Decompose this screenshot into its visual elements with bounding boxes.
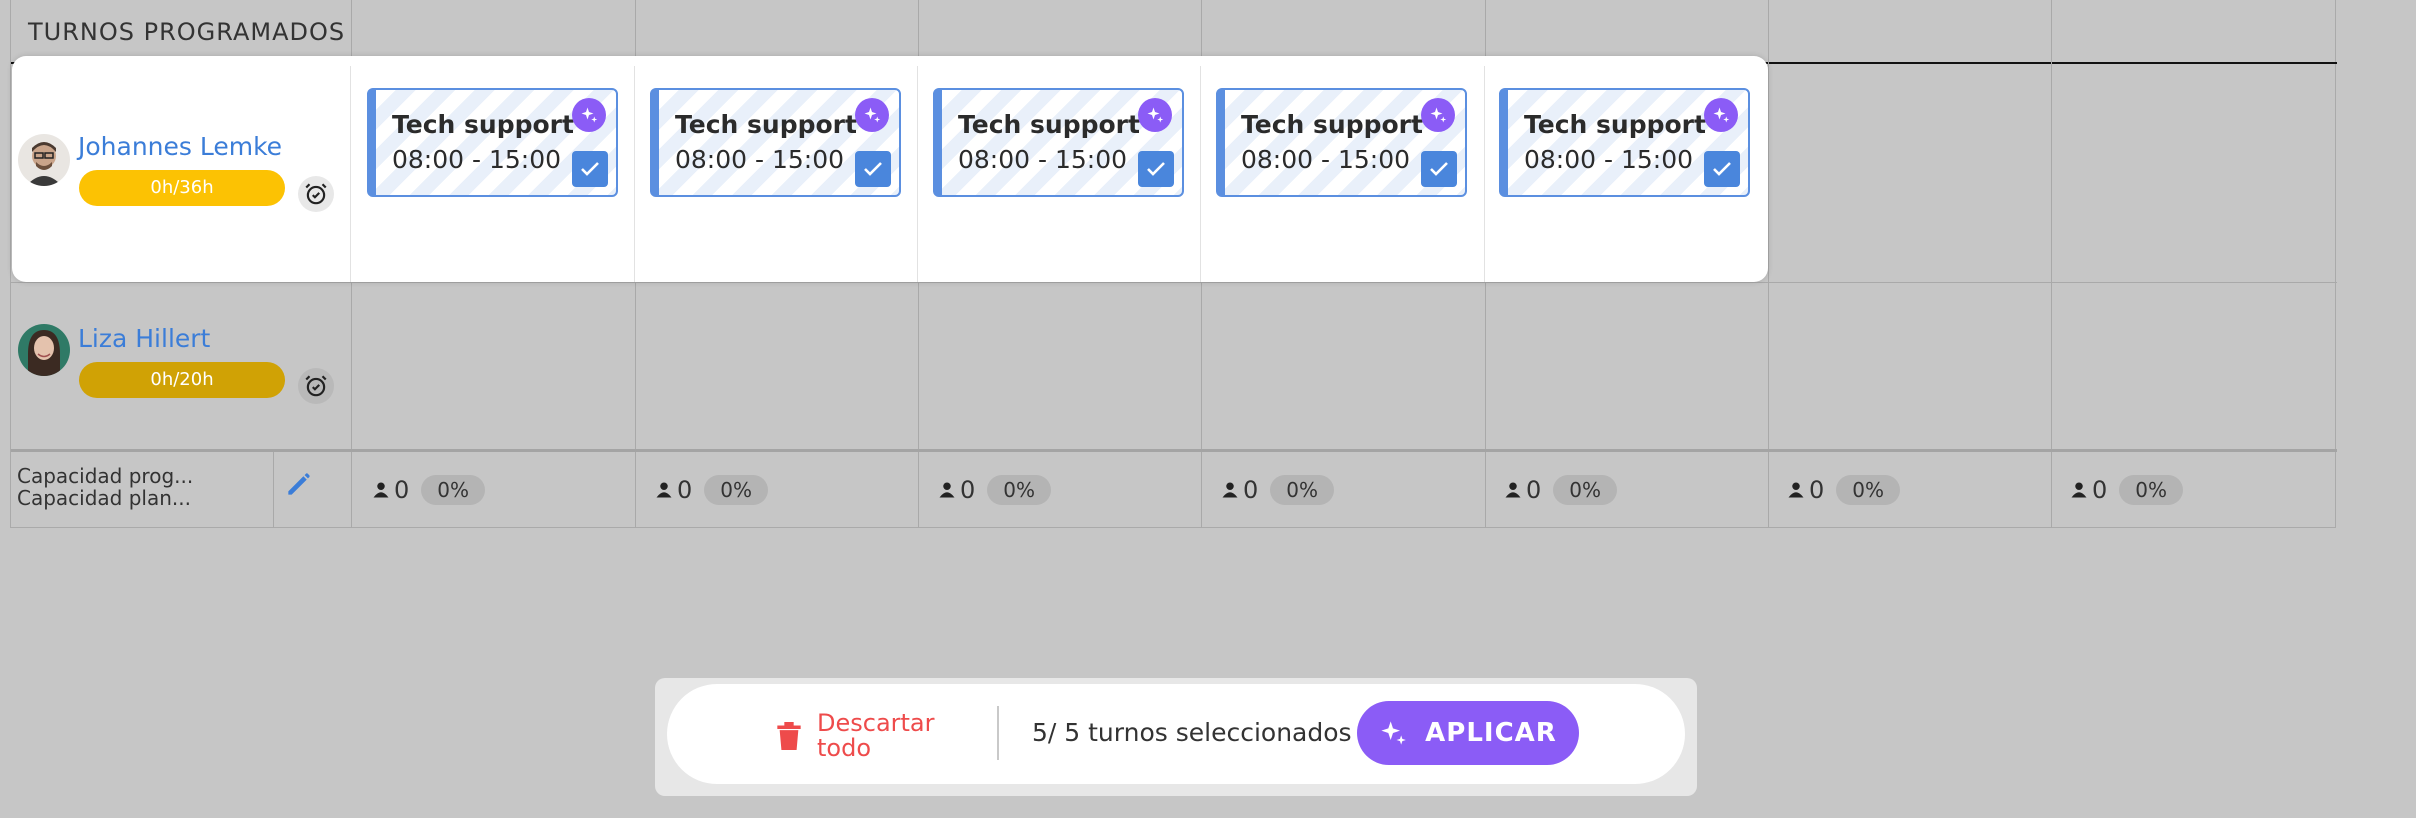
shift-title: Tech support — [392, 110, 574, 139]
cell-divider — [350, 66, 351, 282]
shift-checkbox[interactable] — [1704, 151, 1740, 187]
capacity-percent: 0% — [987, 475, 1052, 505]
shift-card[interactable]: Tech support 08:00 - 15:00 — [650, 88, 901, 197]
capacity-percent: 0% — [1270, 475, 1335, 505]
grid-row-divider — [11, 449, 2337, 452]
shift-checkbox[interactable] — [855, 151, 891, 187]
shift-time: 08:00 - 15:00 — [1241, 145, 1411, 174]
person-icon — [939, 482, 955, 498]
shift-time: 08:00 - 15:00 — [675, 145, 845, 174]
employee-name[interactable]: Johannes Lemke — [78, 132, 282, 161]
bulk-action-bar: Descartar todo 5/ 5 turnos seleccionados… — [655, 678, 1697, 796]
capacity-count: 0 — [394, 476, 410, 504]
shift-time: 08:00 - 15:00 — [958, 145, 1128, 174]
person-icon — [2071, 482, 2087, 498]
capacity-planned-label: Capacidad plan... — [17, 486, 191, 510]
avatar — [18, 324, 70, 376]
grid-divider — [273, 451, 274, 528]
capacity-percent: 0% — [704, 475, 769, 505]
cell-divider — [1484, 66, 1485, 282]
capacity-cell: 0 0% — [2070, 474, 2184, 506]
employee-row-liza: Liza Hillert 0h/20h — [18, 324, 348, 414]
avatar — [18, 134, 70, 186]
capacity-cell: 0 0% — [655, 474, 769, 506]
pencil-icon[interactable] — [283, 468, 315, 500]
alarm-clock-icon[interactable] — [298, 176, 334, 212]
shift-card[interactable]: Tech support 08:00 - 15:00 — [1216, 88, 1467, 197]
shift-title: Tech support — [958, 110, 1140, 139]
shift-time: 08:00 - 15:00 — [392, 145, 562, 174]
sparkle-icon — [1138, 98, 1172, 132]
capacity-cell: 0 0% — [938, 474, 1052, 506]
shift-title: Tech support — [1524, 110, 1706, 139]
capacity-cell: 0 0% — [1504, 474, 1618, 506]
capacity-percent: 0% — [2119, 475, 2184, 505]
hours-badge: 0h/36h — [79, 170, 285, 206]
capacity-percent: 0% — [1836, 475, 1901, 505]
person-icon — [373, 482, 389, 498]
person-icon — [656, 482, 672, 498]
bulk-action-panel: Descartar todo 5/ 5 turnos seleccionados… — [667, 684, 1685, 784]
cell-divider — [1200, 66, 1201, 282]
capacity-percent: 0% — [421, 475, 486, 505]
apply-button[interactable]: APLICAR — [1357, 701, 1579, 765]
person-icon — [1788, 482, 1804, 498]
employee-name[interactable]: Liza Hillert — [78, 324, 210, 353]
schedule-header: TURNOS PROGRAMADOS — [11, 0, 2337, 64]
sparkle-icon — [1381, 721, 1407, 745]
shift-card[interactable]: Tech support 08:00 - 15:00 — [367, 88, 618, 197]
section-title: TURNOS PROGRAMADOS — [28, 18, 346, 46]
apply-label: APLICAR — [1425, 718, 1557, 748]
capacity-count: 0 — [2092, 476, 2108, 504]
shift-card[interactable]: Tech support 08:00 - 15:00 — [1499, 88, 1750, 197]
capacity-cell: 0 0% — [372, 474, 486, 506]
sparkle-icon — [572, 98, 606, 132]
sparkle-icon — [1704, 98, 1738, 132]
capacity-programmed-label: Capacidad prog... — [17, 464, 194, 488]
shift-checkbox[interactable] — [1138, 151, 1174, 187]
capacity-count: 0 — [960, 476, 976, 504]
person-icon — [1505, 482, 1521, 498]
employee-row-johannes: Johannes Lemke 0h/36h — [18, 132, 348, 222]
capacity-cell: 0 0% — [1787, 474, 1901, 506]
grid-row-divider — [11, 282, 2337, 283]
cell-divider — [634, 66, 635, 282]
hours-badge: 0h/20h — [79, 362, 285, 398]
shift-checkbox[interactable] — [572, 151, 608, 187]
discard-all-label: Descartar todo — [817, 709, 935, 762]
alarm-clock-icon[interactable] — [298, 368, 334, 404]
sparkle-icon — [855, 98, 889, 132]
discard-all-button[interactable]: Descartar todo — [775, 710, 937, 762]
cell-divider — [917, 66, 918, 282]
person-icon — [1222, 482, 1238, 498]
action-bar-separator — [997, 706, 999, 760]
shift-checkbox[interactable] — [1421, 151, 1457, 187]
sparkle-icon — [1421, 98, 1455, 132]
capacity-cell: 0 0% — [1221, 474, 1335, 506]
capacity-count: 0 — [1809, 476, 1825, 504]
capacity-percent: 0% — [1553, 475, 1618, 505]
trash-icon — [777, 722, 801, 750]
shift-title: Tech support — [675, 110, 857, 139]
selected-count-text: 5/ 5 turnos seleccionados — [1032, 718, 1352, 747]
capacity-count: 0 — [1526, 476, 1542, 504]
shift-time: 08:00 - 15:00 — [1524, 145, 1694, 174]
shift-title: Tech support — [1241, 110, 1423, 139]
capacity-count: 0 — [1243, 476, 1259, 504]
shift-card[interactable]: Tech support 08:00 - 15:00 — [933, 88, 1184, 197]
capacity-count: 0 — [677, 476, 693, 504]
